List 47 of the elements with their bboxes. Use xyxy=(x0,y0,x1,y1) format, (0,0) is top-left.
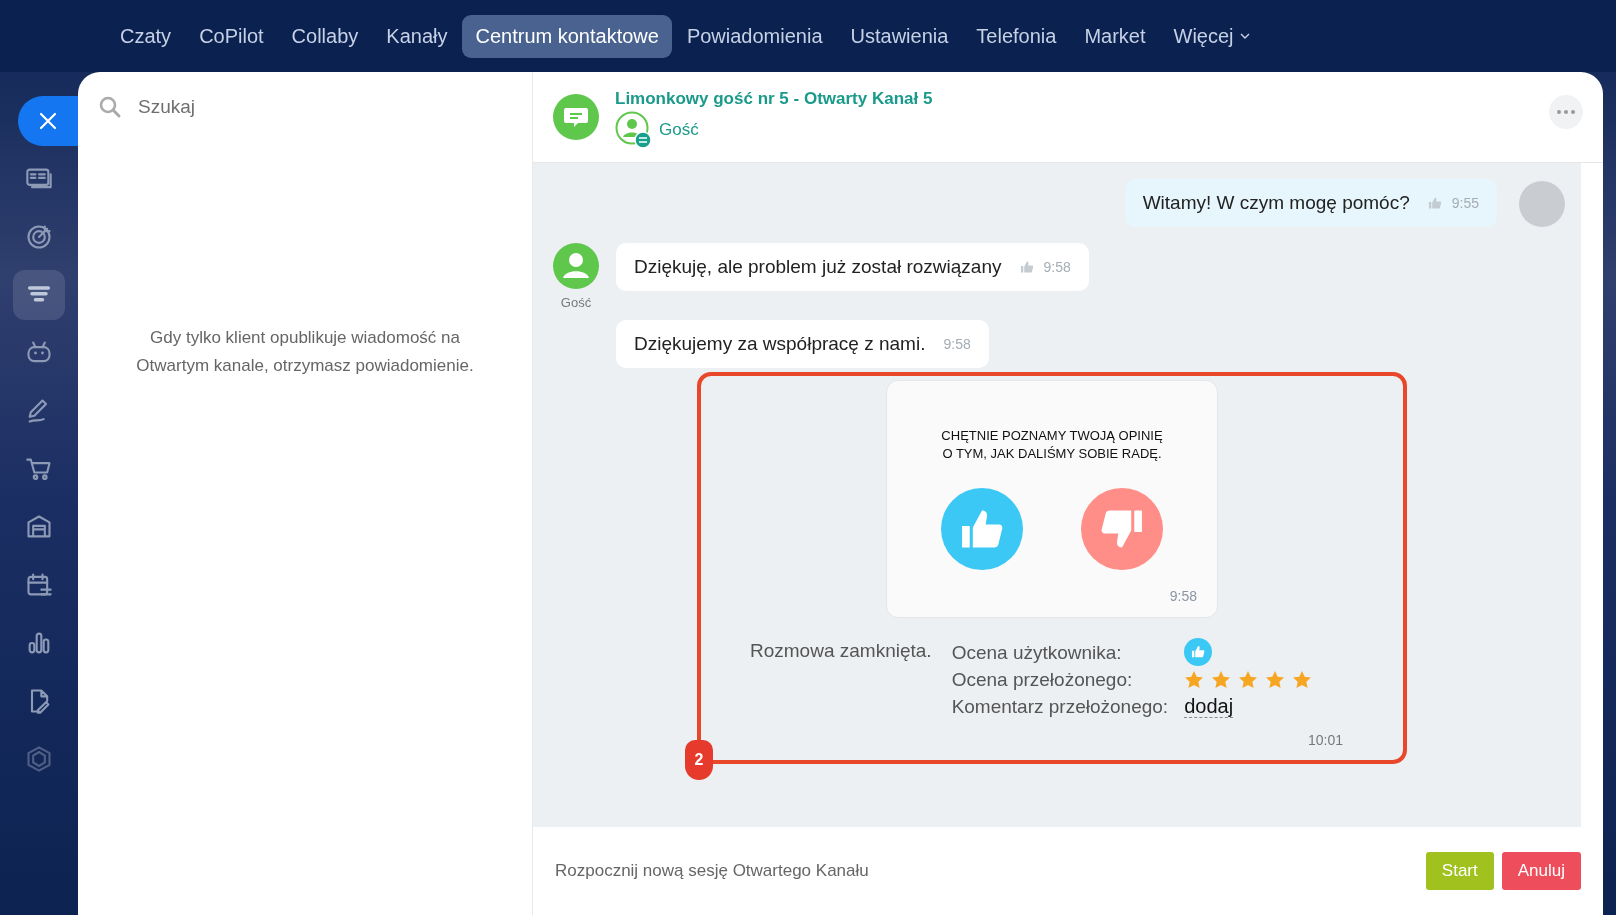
guest-label: Gość xyxy=(659,120,699,140)
close-button[interactable] xyxy=(18,96,78,146)
chat-bubble-icon xyxy=(553,94,599,140)
avatar-placeholder xyxy=(1519,181,1565,227)
message-time: 9:55 xyxy=(1451,195,1479,211)
nav-tab[interactable]: Więcej xyxy=(1160,14,1263,58)
star-icon xyxy=(1292,669,1313,690)
star-icon xyxy=(1211,669,1232,690)
hexagon-icon xyxy=(25,745,53,773)
target-icon xyxy=(25,223,53,251)
search-icon xyxy=(98,95,122,119)
nav-tab[interactable]: Kanały xyxy=(373,14,461,58)
composer-label: Rozpocznij nową sesję Otwartego Kanału xyxy=(555,861,869,881)
message-text: Dziękuję, ale problem już został rozwiązany xyxy=(634,256,1002,278)
message-time: 9:58 xyxy=(1169,588,1197,604)
sidebar-item[interactable] xyxy=(13,270,65,320)
message-time: 10:01 xyxy=(1307,732,1343,748)
more-button[interactable] xyxy=(1549,95,1583,129)
conversation-status: Rozmowa zamknięta. xyxy=(750,640,932,663)
nav-tab[interactable]: Collaby xyxy=(278,14,372,58)
nav-tab[interactable]: Powiadomienia xyxy=(673,14,836,58)
nav-tab[interactable]: CoPilot xyxy=(186,14,277,58)
nav-tab[interactable]: Telefonia xyxy=(963,14,1070,58)
star-icon xyxy=(1238,669,1259,690)
add-comment-link[interactable]: dodaj xyxy=(1184,695,1234,718)
nav-tab[interactable]: Ustawienia xyxy=(837,14,962,58)
nav-tab[interactable]: Market xyxy=(1071,14,1159,58)
message-text: Dziękujemy za współpracę z nami. xyxy=(634,333,926,355)
feedback-question: CHĘTNIE POZNAMY TWOJĄ OPINIĘ O TYM, JAK DALIŚMY SOBIE RADĘ. xyxy=(941,427,1163,463)
user-avatar-icon xyxy=(615,111,653,149)
nav-tab[interactable]: Czaty xyxy=(107,14,185,58)
message-time: 9:58 xyxy=(1043,259,1071,275)
empty-state-message: Gdy tylko klient opublikuje wiadomość na Otwartym kanale, otrzymasz powiadomienie. xyxy=(135,327,475,377)
user-avatar-icon xyxy=(553,243,599,289)
star-icon xyxy=(1265,669,1286,690)
nav-tab[interactable]: Centrum kontaktowe xyxy=(462,14,672,58)
rating-label: Ocena przełożonego: xyxy=(951,668,1134,692)
message-text: Witamy! W czym mogę pomóc? xyxy=(1142,192,1410,214)
number-badge: 2 xyxy=(685,740,713,780)
star-icon xyxy=(1184,669,1205,690)
comment-label: Komentarz przełożonego: xyxy=(951,695,1169,719)
rating-label: Ocena użytkownika: xyxy=(951,640,1123,665)
message-time: 9:58 xyxy=(943,336,971,352)
more-icon xyxy=(1556,109,1576,115)
cancel-button[interactable]: Anuluj xyxy=(1501,852,1581,890)
search-field[interactable]: Szukaj xyxy=(78,72,532,122)
author-label: Gość xyxy=(560,295,592,310)
